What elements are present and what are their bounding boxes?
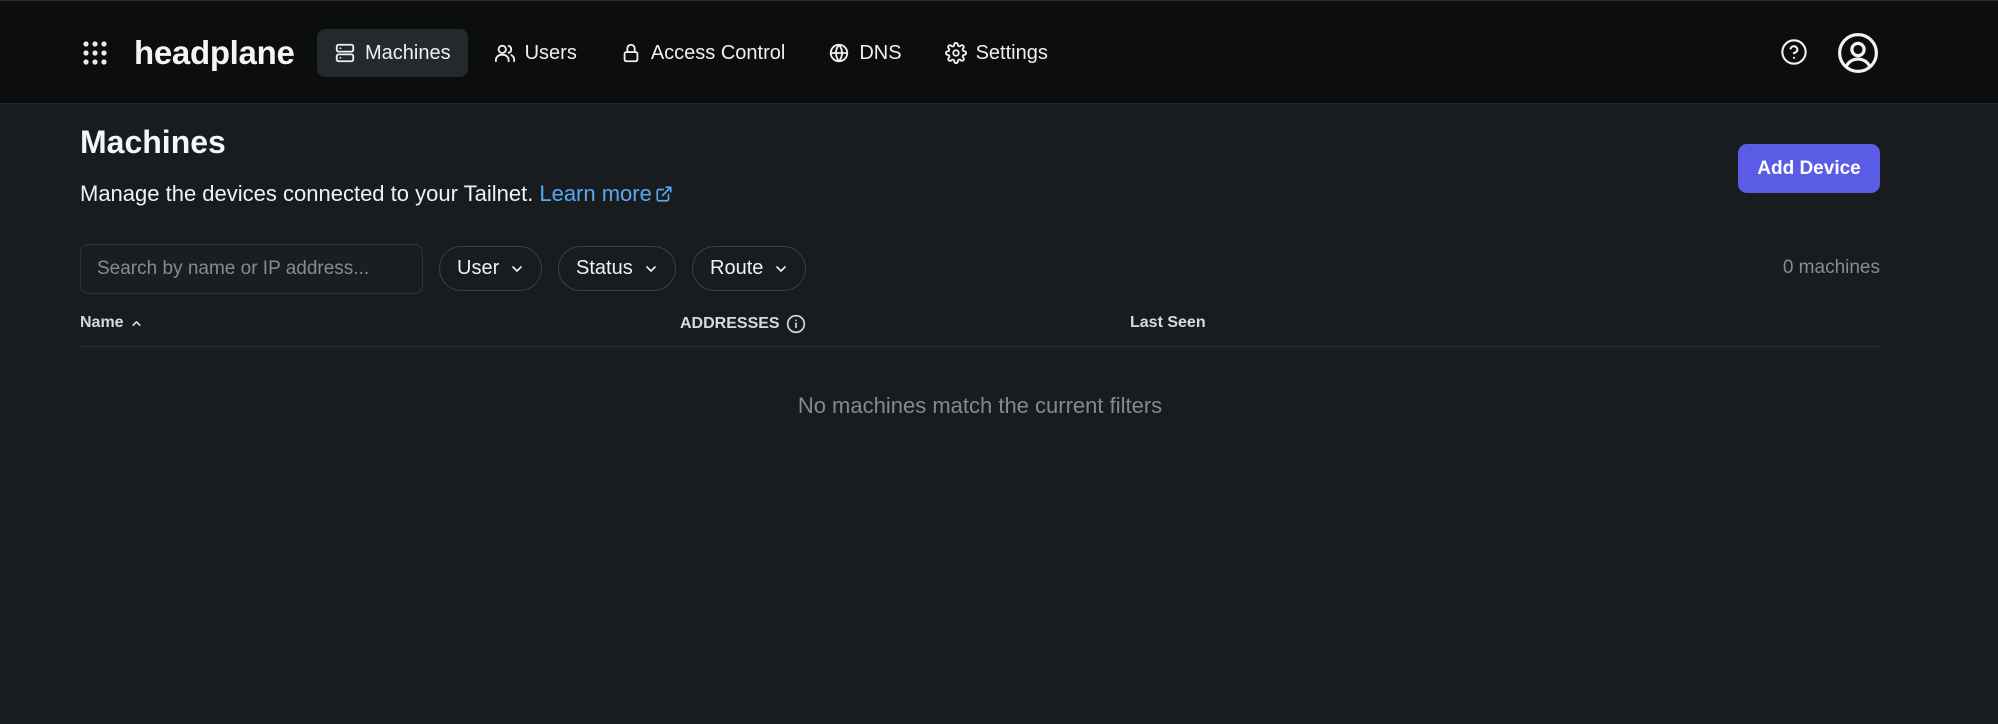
learn-more-link[interactable]: Learn more: [539, 181, 673, 207]
empty-state-message: No machines match the current filters: [797, 393, 1163, 418]
account-menu-button[interactable]: [1836, 31, 1880, 75]
learn-more-label: Learn more: [539, 181, 652, 206]
nav-tab-label: Users: [524, 41, 577, 64]
lock-icon: [623, 43, 639, 63]
page-title: Machines: [80, 124, 226, 160]
column-header-label: Last Seen: [1130, 314, 1206, 331]
nav-tab-machines[interactable]: Machines: [317, 29, 468, 77]
nav-tab-settings[interactable]: Settings: [928, 29, 1065, 77]
help-button[interactable]: [1777, 35, 1811, 69]
user-circle-icon: [1838, 33, 1878, 73]
column-header-addresses: ADDRESSES: [680, 314, 806, 334]
filter-label: Route: [710, 257, 764, 279]
globe-icon: [830, 43, 849, 63]
external-link-icon: [656, 186, 672, 202]
nav-tab-label: Access Control: [650, 41, 786, 64]
search-input[interactable]: [80, 244, 423, 294]
nav-tab-label: Settings: [975, 41, 1048, 64]
filter-label: Status: [576, 257, 633, 279]
page-subtitle-text: Manage the devices connected to your Tai…: [80, 181, 534, 206]
route-filter-dropdown[interactable]: Route: [692, 246, 807, 291]
nav-tab-dns[interactable]: DNS: [811, 29, 918, 77]
status-filter-dropdown[interactable]: Status: [558, 246, 676, 291]
brand-name: headplane: [134, 34, 295, 71]
brand[interactable]: headplane: [80, 29, 295, 77]
column-header-name[interactable]: Name: [80, 314, 143, 332]
machine-count: 0 machines: [1782, 257, 1880, 278]
app-grid-icon: [80, 38, 110, 68]
info-icon[interactable]: [786, 314, 806, 334]
column-header-label: Name: [80, 314, 124, 331]
help-circle-icon: [1781, 39, 1807, 65]
column-header-last-seen: Last Seen: [1130, 314, 1206, 332]
nav-tab-label: DNS: [859, 41, 902, 64]
user-filter-dropdown[interactable]: User: [439, 246, 543, 291]
main-nav: Machines Users Access Control DNS Settin…: [317, 29, 1074, 77]
add-device-button[interactable]: Add Device: [1738, 144, 1880, 193]
nav-tab-users[interactable]: Users: [477, 29, 594, 77]
page-subtitle: Manage the devices connected to your Tai…: [80, 181, 673, 207]
table-divider: [80, 346, 1880, 347]
chevron-down-icon: [645, 265, 656, 272]
server-icon: [335, 43, 355, 63]
nav-tab-access-control[interactable]: Access Control: [603, 29, 803, 77]
chevron-down-icon: [512, 265, 523, 272]
nav-tab-label: Machines: [365, 41, 451, 64]
filter-label: User: [457, 257, 500, 279]
users-icon: [494, 44, 515, 63]
column-header-label: ADDRESSES: [680, 315, 780, 332]
sort-ascending-icon: [132, 320, 141, 326]
top-navigation-bar: headplane Machines Users Access Control: [0, 0, 1998, 104]
gear-icon: [944, 42, 967, 64]
chevron-down-icon: [776, 265, 787, 272]
